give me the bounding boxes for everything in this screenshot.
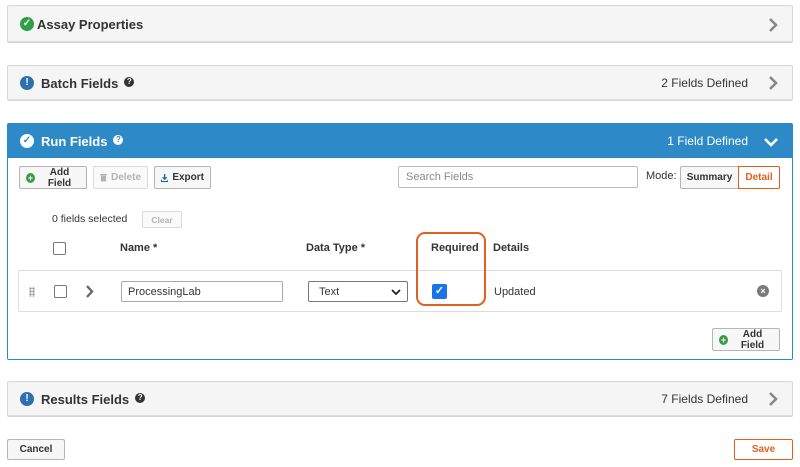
panel-title: Assay Properties (37, 17, 144, 32)
chevron-right-icon[interactable] (768, 76, 778, 90)
selected-count: 0 fields selected (52, 213, 128, 225)
column-header-name: Name * (120, 242, 158, 254)
column-header-data-type: Data Type * (306, 242, 366, 254)
delete-button[interactable]: Delete (93, 166, 148, 189)
plus-circle-icon: + (719, 334, 728, 345)
chevron-right-icon[interactable] (85, 285, 94, 298)
field-name-input[interactable] (121, 281, 283, 302)
panel-title: Results Fields? (41, 392, 146, 407)
detail-mode-button[interactable]: Detail (738, 166, 780, 189)
plus-circle-icon: + (26, 172, 35, 183)
chevron-right-icon[interactable] (768, 392, 778, 406)
run-fields-panel: ✓ Run Fields? 1 Field Defined + Add Fiel… (7, 123, 793, 360)
help-icon[interactable]: ? (124, 77, 135, 87)
field-details: Updated (494, 286, 536, 298)
trash-icon (100, 174, 107, 182)
cancel-button[interactable]: Cancel (7, 439, 65, 460)
field-count: 2 Fields Defined (661, 76, 748, 90)
batch-fields-header[interactable]: ! Batch Fields? 2 Fields Defined (8, 66, 792, 100)
chevron-down-icon[interactable] (764, 137, 778, 147)
mode-label: Mode: (646, 170, 677, 182)
assay-properties-header[interactable]: ✓ Assay Properties (8, 6, 792, 42)
export-button[interactable]: Export (154, 166, 211, 189)
data-type-select[interactable]: Text (308, 281, 408, 302)
panel-title: Batch Fields? (41, 76, 135, 91)
select-all-checkbox[interactable] (53, 242, 66, 255)
results-fields-header[interactable]: ! Results Fields? 7 Fields Defined (8, 382, 792, 416)
field-count: 7 Fields Defined (661, 392, 748, 406)
required-highlight (416, 232, 486, 306)
search-fields-input[interactable] (398, 166, 638, 188)
row-checkbox[interactable] (54, 285, 67, 298)
remove-field-icon[interactable]: × (757, 285, 769, 297)
chevron-right-icon[interactable] (768, 18, 778, 32)
table-row: Text ✓ Updated × (18, 270, 782, 312)
batch-fields-panel: ! Batch Fields? 2 Fields Defined (7, 65, 793, 101)
add-field-bottom-button[interactable]: + Add Field (712, 328, 780, 351)
drag-handle-icon[interactable] (29, 287, 35, 297)
exclamation-circle-icon: ! (20, 392, 34, 406)
check-circle-icon: ✓ (20, 134, 34, 148)
help-icon[interactable]: ? (113, 135, 124, 145)
field-count: 1 Field Defined (667, 134, 748, 148)
chevron-down-icon (391, 289, 401, 295)
download-icon (161, 173, 169, 182)
column-header-details: Details (493, 242, 530, 254)
clear-button[interactable]: Clear (142, 211, 182, 228)
assay-properties-panel: ✓ Assay Properties (7, 5, 793, 43)
results-fields-panel: ! Results Fields? 7 Fields Defined (7, 381, 793, 417)
exclamation-circle-icon: ! (20, 76, 34, 90)
add-field-button[interactable]: + Add Field (19, 166, 87, 189)
summary-mode-button[interactable]: Summary (680, 166, 739, 189)
panel-title: Run Fields? (41, 134, 124, 149)
save-button[interactable]: Save (734, 439, 793, 460)
help-icon[interactable]: ? (135, 393, 146, 403)
check-circle-icon: ✓ (20, 17, 34, 31)
run-fields-header[interactable]: ✓ Run Fields? 1 Field Defined (8, 124, 792, 158)
